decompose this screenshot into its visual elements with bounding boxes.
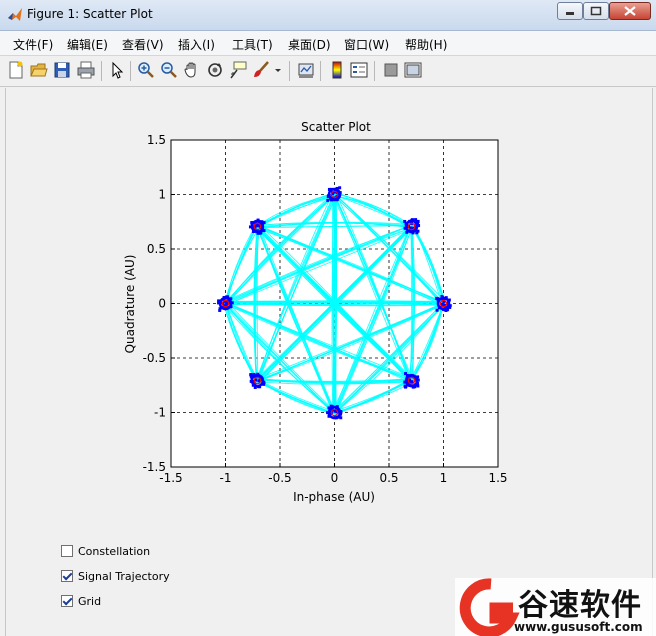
window-titlebar[interactable]: Figure 1: Scatter Plot: [0, 0, 656, 31]
y-tick-label: -1.5: [143, 460, 166, 474]
constellation-label: Constellation: [78, 545, 151, 558]
toolbar-separator: [130, 61, 131, 81]
toolbar-separator: [320, 61, 321, 81]
y-tick-label: 0: [158, 297, 166, 311]
chart-title: Scatter Plot: [301, 120, 371, 134]
legend-icon[interactable]: [350, 61, 368, 79]
x-tick-label: 1: [440, 471, 448, 485]
hide-plot-tools-icon[interactable]: [382, 61, 400, 79]
x-tick-label: 1.5: [488, 471, 507, 485]
toolbar-separator: [101, 61, 102, 81]
show-plot-tools-icon[interactable]: [404, 61, 422, 79]
save-icon[interactable]: [53, 61, 71, 79]
new-file-icon[interactable]: [7, 61, 25, 79]
x-tick-label: -0.5: [268, 471, 291, 485]
maximize-button[interactable]: [583, 2, 609, 20]
received-symbol-point: [416, 384, 420, 388]
brush-icon[interactable]: [252, 61, 270, 79]
received-symbol-point: [218, 308, 222, 312]
zoom-out-icon[interactable]: [160, 61, 178, 79]
menu-help[interactable]: 帮助(H): [405, 36, 447, 53]
data-cursor-icon[interactable]: [229, 61, 247, 79]
received-symbol-point: [326, 198, 330, 202]
print-icon[interactable]: [77, 61, 95, 79]
menu-window[interactable]: 窗口(W): [344, 36, 389, 53]
brush-dropdown-icon[interactable]: [273, 61, 283, 79]
figure-toolbar: [0, 56, 656, 87]
x-axis-label: In-phase (AU): [293, 490, 375, 504]
grid-checkbox[interactable]: [61, 595, 73, 607]
pan-hand-icon[interactable]: [183, 61, 201, 79]
scatter-plot[interactable]: Scatter Plot -1.5 -1 -0.5 0 0.5 1 1.5-1.5-1-0.…: [6, 88, 652, 558]
y-tick-label: 0.5: [147, 242, 166, 256]
y-tick-label: 1.5: [147, 133, 166, 147]
close-icon: [624, 6, 636, 16]
link-plot-icon[interactable]: [297, 61, 315, 79]
y-tick-label: -1: [154, 406, 166, 420]
watermark-url: www.gususoft.com: [514, 620, 643, 634]
matlab-logo-icon: [8, 8, 22, 21]
menu-desktop[interactable]: 桌面(D): [288, 36, 331, 53]
x-tick-label: 0: [331, 471, 339, 485]
menu-edit[interactable]: 编辑(E): [67, 36, 108, 53]
watermark-brand: 谷速软件: [518, 588, 642, 623]
minimize-button[interactable]: [557, 2, 583, 20]
minimize-icon: [566, 12, 574, 15]
pointer-icon[interactable]: [108, 61, 126, 79]
x-tick-label: 0.5: [379, 471, 398, 485]
signal-trajectory-checkbox[interactable]: [61, 570, 73, 582]
signal-trajectory-label: Signal Trajectory: [78, 570, 170, 583]
received-symbol-point: [435, 308, 439, 312]
menu-view[interactable]: 查看(V): [122, 36, 164, 53]
colorbar-icon[interactable]: [328, 61, 346, 79]
close-button[interactable]: [609, 2, 651, 20]
menu-insert[interactable]: 插入(I): [178, 36, 215, 53]
x-tick-label: -1: [220, 471, 232, 485]
maximize-icon: [590, 6, 602, 16]
y-tick-label: 1: [158, 188, 166, 202]
toolbar-separator: [289, 61, 290, 81]
menu-bar: 文件(F) 编辑(E) 查看(V) 插入(I) 工具(T) 桌面(D) 窗口(W…: [0, 31, 656, 56]
y-axis-label: Quadrature (AU): [123, 255, 137, 354]
grid-label: Grid: [78, 595, 102, 608]
window-title: Figure 1: Scatter Plot: [27, 7, 153, 21]
menu-tools[interactable]: 工具(T): [232, 36, 273, 53]
zoom-in-icon[interactable]: [137, 61, 155, 79]
menu-file[interactable]: 文件(F): [13, 36, 53, 53]
toolbar-separator: [374, 61, 375, 81]
y-tick-label: -0.5: [143, 351, 166, 365]
open-folder-icon[interactable]: [30, 61, 48, 79]
constellation-checkbox[interactable]: [61, 545, 73, 557]
rotate-3d-icon[interactable]: [206, 61, 224, 79]
